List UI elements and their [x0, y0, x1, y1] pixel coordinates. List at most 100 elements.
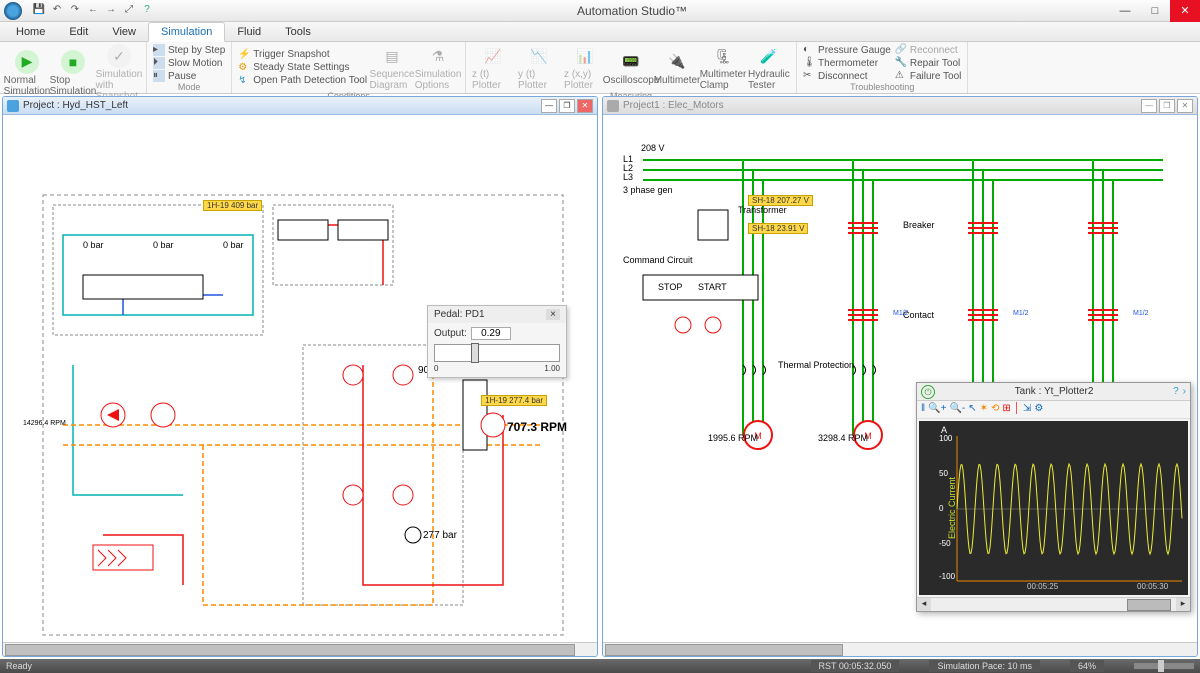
scroll-left-icon[interactable]: ◂ — [917, 598, 931, 611]
qat-help-icon[interactable]: ? — [140, 4, 154, 18]
pause-button[interactable]: ⏸Pause — [153, 70, 196, 82]
reconnect-button[interactable]: 🔗Reconnect — [895, 44, 962, 56]
svg-text:50: 50 — [939, 469, 948, 478]
doc-close-button[interactable]: ✕ — [577, 99, 593, 113]
pressure-gauge-button[interactable]: ◐Pressure Gauge — [803, 44, 891, 56]
pedal-title: Pedal: PD1 — [434, 309, 485, 320]
tab-fluid[interactable]: Fluid — [225, 23, 273, 41]
ribbon: ▶Normal Simulation ■Stop Simulation ✓Sim… — [0, 42, 1200, 94]
plotter-window[interactable]: ⏻ Tank : Yt_Plotter2 ? › ‖ 🔍+ 🔍- ↖ ✶ ⟲ ⊞… — [916, 382, 1191, 612]
yt-plotter-button[interactable]: 📉y (t) Plotter — [518, 44, 560, 91]
pedal-output-input[interactable] — [471, 327, 511, 340]
status-pct: 64% — [1070, 660, 1104, 672]
open-path-button[interactable]: ↯Open Path Detection Tool — [238, 75, 367, 87]
repair-tool-button[interactable]: 🔧Repair Tool — [895, 57, 962, 69]
qat-save-icon[interactable]: 💾 — [32, 4, 46, 18]
tab-tools[interactable]: Tools — [273, 23, 323, 41]
doc-minimize-button[interactable]: — — [541, 99, 557, 113]
tab-home[interactable]: Home — [4, 23, 57, 41]
status-slider[interactable] — [1134, 663, 1194, 669]
sequence-diagram-button[interactable]: ▤Sequence Diagram — [371, 44, 413, 91]
pedal-close-button[interactable]: × — [546, 309, 560, 320]
minimize-button[interactable]: — — [1110, 0, 1140, 22]
plotter-svg: A 100500-50-100 00:05:2500:05:30 — [937, 421, 1187, 591]
plotter-toolbar: ‖ 🔍+ 🔍- ↖ ✶ ⟲ ⊞ │ ⇲ ⚙ — [917, 401, 1190, 419]
qat-back-icon[interactable]: ← — [86, 4, 100, 18]
doc-restore-button[interactable]: ❐ — [1159, 99, 1175, 113]
left-doc-header[interactable]: Project : Hyd_HST_Left — ❐ ✕ — [3, 97, 597, 115]
step-by-step-button[interactable]: ▸Step by Step — [153, 44, 225, 56]
zxy-plotter-button[interactable]: 📊z (x,y) Plotter — [564, 44, 606, 91]
plotter-power-icon[interactable]: ⏻ — [921, 385, 935, 399]
oscilloscope-button[interactable]: 📟Oscilloscope — [610, 50, 652, 86]
steady-state-button[interactable]: ⚙Steady State Settings — [238, 62, 367, 74]
qat-redo-icon[interactable]: ↷ — [68, 4, 82, 18]
plotter-pause-icon[interactable]: ‖ — [921, 403, 925, 416]
tab-edit[interactable]: Edit — [57, 23, 100, 41]
slow-motion-button[interactable]: ⏵Slow Motion — [153, 57, 222, 69]
svg-text:100: 100 — [939, 434, 953, 443]
disconnect-button[interactable]: ✂Disconnect — [803, 70, 891, 82]
gauge-0b: 0 bar — [153, 240, 174, 250]
lightning-icon: ⚡ — [238, 49, 250, 61]
workspace: Project : Hyd_HST_Left — ❐ ✕ — [0, 94, 1200, 659]
scroll-right-icon[interactable]: ▸ — [1176, 598, 1190, 611]
right-doc-title: Project1 : Elec_Motors — [623, 100, 724, 111]
tag-volt-a: SH-18 207.27 V — [748, 195, 813, 206]
right-doc-header[interactable]: Project1 : Elec_Motors — ❐ ✕ — [603, 97, 1197, 115]
plotter-marker-icon[interactable]: ✶ — [980, 403, 988, 416]
left-hscrollbar[interactable] — [3, 642, 597, 656]
qat-fwd-icon[interactable]: → — [104, 4, 118, 18]
plotter-settings-icon[interactable]: ⚙ — [1034, 403, 1043, 416]
doc-close-button[interactable]: ✕ — [1177, 99, 1193, 113]
normal-simulation-button[interactable]: ▶Normal Simulation — [6, 50, 48, 97]
plotter-reset-icon[interactable]: ⟲ — [991, 403, 999, 416]
plotter-grid-icon[interactable]: ⊞ — [1002, 403, 1010, 416]
plotter-title: Tank : Yt_Plotter2 — [935, 386, 1173, 397]
app-title: Automation Studio™ — [154, 4, 1110, 18]
simulation-options-button[interactable]: ⚗Simulation Options — [417, 44, 459, 91]
hydraulic-canvas[interactable]: 1H-19 409 bar 1H-19 277.4 bar 70 L/min 9… — [3, 115, 597, 642]
plotter-zoomout-icon[interactable]: 🔍- — [949, 403, 965, 416]
stop-simulation-button[interactable]: ■Stop Simulation — [52, 50, 94, 97]
doc-icon — [607, 100, 619, 112]
pedal-panel[interactable]: Pedal: PD1× Output: 01.00 — [427, 305, 567, 378]
plotter-expand-icon[interactable]: › — [1183, 386, 1186, 397]
failure-tool-button[interactable]: ⚠Failure Tool — [895, 70, 962, 82]
doc-minimize-button[interactable]: — — [1141, 99, 1157, 113]
maximize-button[interactable]: □ — [1140, 0, 1170, 22]
right-hscrollbar[interactable] — [603, 642, 1197, 656]
svg-text:M1/2: M1/2 — [1013, 310, 1029, 317]
qat-undo-icon[interactable]: ↶ — [50, 4, 64, 18]
gauge-0a: 0 bar — [83, 240, 104, 250]
plotter-chart[interactable]: Electric Current A 100500-50-100 00:05:2… — [919, 421, 1188, 595]
multimeter-button[interactable]: 🔌Multimeter — [656, 50, 698, 86]
zt-plotter-button[interactable]: 📈z (t) Plotter — [472, 44, 514, 91]
breaker-label: Breaker — [903, 220, 935, 230]
contact-label: Contact — [903, 310, 934, 320]
svg-text:M1/2: M1/2 — [1133, 310, 1149, 317]
electrical-canvas[interactable]: M M M1/2M1/2M1/2 208 V L1L2L3 3 phase ge… — [603, 115, 1197, 642]
rpm-readout: 707.3 RPM — [507, 420, 567, 434]
pedal-slider[interactable] — [434, 344, 560, 362]
path-icon: ↯ — [238, 75, 250, 87]
motor2-rpm: 3298.4 RPM — [818, 433, 868, 443]
plotter-line-icon[interactable]: │ — [1014, 403, 1020, 416]
tab-simulation[interactable]: Simulation — [148, 22, 225, 42]
trigger-snapshot-button[interactable]: ⚡Trigger Snapshot — [238, 49, 367, 61]
plotter-zoomin-icon[interactable]: 🔍+ — [928, 403, 946, 416]
motor1-rpm: 1995.6 RPM — [708, 433, 758, 443]
plotter-scrollbar[interactable]: ◂ ▸ — [917, 597, 1190, 611]
thermometer-button[interactable]: 🌡Thermometer — [803, 57, 891, 69]
status-pace: Simulation Pace: 10 ms — [929, 660, 1040, 672]
multimeter-clamp-button[interactable]: 🗜Multimeter Clamp — [702, 44, 744, 91]
plotter-export-icon[interactable]: ⇲ — [1023, 403, 1031, 416]
plotter-help-icon[interactable]: ? — [1173, 386, 1179, 397]
tab-view[interactable]: View — [100, 23, 148, 41]
doc-restore-button[interactable]: ❐ — [559, 99, 575, 113]
plotter-cursor-icon[interactable]: ↖ — [968, 403, 976, 416]
gauge-0c: 0 bar — [223, 240, 244, 250]
close-button[interactable]: ✕ — [1170, 0, 1200, 22]
qat-zoom-icon[interactable]: ⤢ — [122, 4, 136, 18]
hydraulic-tester-button[interactable]: 🧪Hydraulic Tester — [748, 44, 790, 91]
